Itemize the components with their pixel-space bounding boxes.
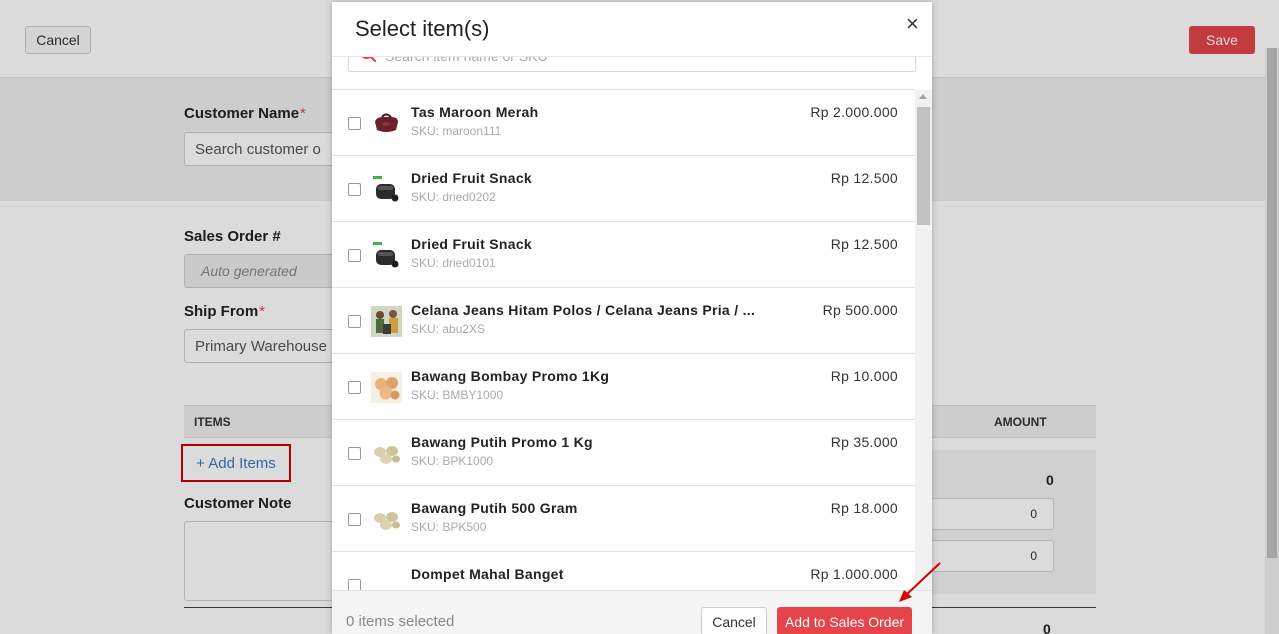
list-item[interactable]: Dried Fruit Snack SKU: dried0202 Rp 12.5… <box>332 156 915 222</box>
item-sku: SKU: BMBY1000 <box>411 388 504 402</box>
item-price: Rp 2.000.000 <box>810 104 898 120</box>
list-item[interactable]: Celana Jeans Hitam Polos / Celana Jeans … <box>332 288 915 354</box>
maroon-bag-thumbnail <box>371 108 402 139</box>
people-photo-thumbnail <box>371 306 402 337</box>
modal-footer: 0 items selected Cancel Add to Sales Ord… <box>332 590 932 634</box>
item-name: Dried Fruit Snack <box>411 170 533 186</box>
item-name: Tas Maroon Merah <box>411 104 539 120</box>
modal-header: Select item(s) × <box>332 2 932 57</box>
item-checkbox[interactable] <box>348 249 361 262</box>
item-price: Rp 18.000 <box>830 500 898 516</box>
modal-title: Select item(s) <box>355 16 490 41</box>
modal-cancel-button[interactable]: Cancel <box>701 607 767 634</box>
item-price: Rp 10.000 <box>830 368 898 384</box>
item-price: Rp 12.500 <box>830 236 898 252</box>
item-price: Rp 12.500 <box>830 170 898 186</box>
item-price: Rp 500.000 <box>822 302 898 318</box>
item-checkbox[interactable] <box>348 381 361 394</box>
item-list-scrollbar-thumb[interactable] <box>917 107 930 225</box>
wallet-thumbnail <box>371 570 402 591</box>
item-checkbox[interactable] <box>348 315 361 328</box>
list-item[interactable]: Bawang Bombay Promo 1Kg SKU: BMBY1000 Rp… <box>332 354 915 420</box>
list-item[interactable]: Bawang Putih Promo 1 Kg SKU: BPK1000 Rp … <box>332 420 915 486</box>
item-sku: SKU: abu2XS <box>411 322 486 336</box>
item-price: Rp 1.000.000 <box>810 566 898 582</box>
item-name: Bawang Putih 500 Gram <box>411 500 578 516</box>
item-sku: SKU: dried0202 <box>411 190 496 204</box>
item-sku: SKU: BPK500 <box>411 520 487 534</box>
add-to-sales-order-button[interactable]: Add to Sales Order <box>777 607 912 634</box>
item-list: Tas Maroon Merah SKU: maroon111 Rp 2.000… <box>332 89 915 591</box>
item-sku: SKU: BPK1000 <box>411 454 494 468</box>
close-icon[interactable]: × <box>906 13 919 35</box>
item-name: Celana Jeans Hitam Polos / Celana Jeans … <box>411 302 756 318</box>
item-list-scrollbar[interactable] <box>915 90 932 592</box>
select-items-modal: Search item name or SKU Select item(s) ×… <box>332 2 932 634</box>
list-item[interactable]: Bawang Putih 500 Gram SKU: BPK500 Rp 18.… <box>332 486 915 552</box>
item-name: Bawang Putih Promo 1 Kg <box>411 434 593 450</box>
earbuds-case-thumbnail <box>371 174 402 205</box>
garlic-thumbnail <box>371 438 402 469</box>
selected-count: 0 items selected <box>346 613 455 630</box>
list-item[interactable]: Dompet Mahal Banget Rp 1.000.000 <box>332 552 915 591</box>
item-checkbox[interactable] <box>348 447 361 460</box>
annotation-arrow-icon <box>899 562 941 602</box>
item-checkbox[interactable] <box>348 513 361 526</box>
garlic-thumbnail <box>371 504 402 535</box>
earbuds-case-thumbnail <box>371 240 402 271</box>
list-item[interactable]: Tas Maroon Merah SKU: maroon111 Rp 2.000… <box>332 90 915 156</box>
onion-thumbnail <box>371 372 402 403</box>
item-sku: SKU: maroon111 <box>411 124 502 138</box>
item-name: Bawang Bombay Promo 1Kg <box>411 368 610 384</box>
scroll-up-arrow-icon[interactable] <box>919 94 927 99</box>
item-price: Rp 35.000 <box>830 434 898 450</box>
item-checkbox[interactable] <box>348 117 361 130</box>
item-sku: SKU: dried0101 <box>411 256 496 270</box>
item-name: Dompet Mahal Banget <box>411 566 564 582</box>
item-name: Dried Fruit Snack <box>411 236 533 252</box>
item-checkbox[interactable] <box>348 183 361 196</box>
list-item[interactable]: Dried Fruit Snack SKU: dried0101 Rp 12.5… <box>332 222 915 288</box>
